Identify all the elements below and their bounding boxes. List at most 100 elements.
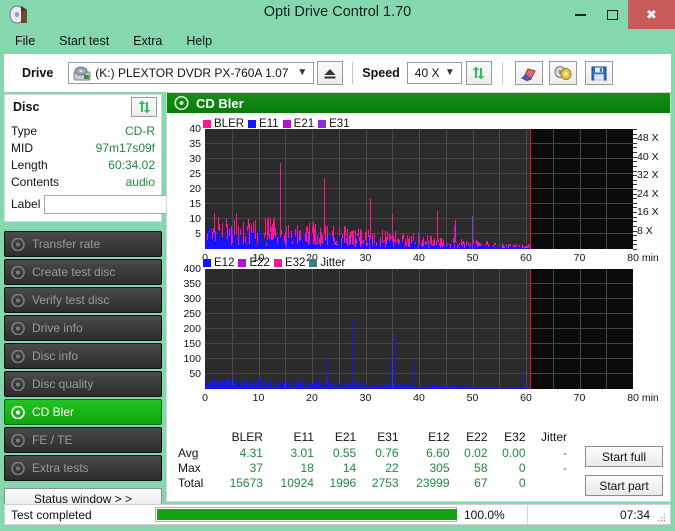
speed-axis-tick-mark xyxy=(633,189,637,190)
start-full-button[interactable]: Start full xyxy=(585,446,663,467)
disc-icon xyxy=(11,321,25,335)
sidebar-item-fe-te[interactable]: FE / TE xyxy=(4,427,162,453)
disc-icon xyxy=(11,405,25,419)
disc-row-mid: MID 97m17s09f xyxy=(11,139,155,156)
statistics-table: BLER E11 E21 E31 E12 E22 E32 Jitter Avg … xyxy=(175,429,615,490)
x-axis-tick-label: 20 xyxy=(306,392,318,404)
erase-button[interactable] xyxy=(514,61,543,85)
x-axis-tick-label: 80 min xyxy=(627,392,659,404)
table-row: Total 15673 10924 1996 2753 23999 67 0 xyxy=(175,475,570,490)
bler-plot-area[interactable] xyxy=(205,129,633,249)
y-axis-tick-label: 30 xyxy=(189,153,201,165)
gridline-vertical xyxy=(231,269,233,389)
speed-axis-tick-mark xyxy=(633,212,637,214)
start-part-button[interactable]: Start part xyxy=(585,475,663,496)
e12-plot-area[interactable] xyxy=(205,269,633,389)
close-button[interactable]: ✖ xyxy=(628,0,675,29)
stats-cell: - xyxy=(563,460,567,475)
disc-refresh-button[interactable] xyxy=(131,96,157,117)
disc-stack-button[interactable] xyxy=(548,61,577,85)
elapsed-time: 07:34 xyxy=(619,507,650,522)
legend-label: E12 xyxy=(214,257,235,269)
speed-select[interactable]: 40 X ▼ xyxy=(406,62,462,84)
gridline-horizontal xyxy=(205,343,633,344)
maximize-icon xyxy=(606,9,618,20)
speed-axis-tick-label: 32 X xyxy=(637,169,659,182)
title-bar: Opti Drive Control 1.70 ✖ xyxy=(0,0,675,29)
speed-label: Speed xyxy=(362,66,400,80)
chart-bar xyxy=(264,378,265,389)
sidebar-item-disc-info[interactable]: Disc info xyxy=(4,343,162,369)
sidebar-item-transfer-rate[interactable]: Transfer rate xyxy=(4,231,162,257)
gridline-vertical xyxy=(338,269,340,389)
speed-axis-tick-mark xyxy=(633,129,637,130)
sidebar-item-label: FE / TE xyxy=(32,433,73,447)
sidebar-item-create-test-disc[interactable]: Create test disc xyxy=(4,259,162,285)
gridline-horizontal xyxy=(205,313,633,314)
y-axis-tick-label: 400 xyxy=(183,263,201,275)
disc-icon xyxy=(11,349,25,363)
chart-bar xyxy=(353,318,354,389)
speed-axis-tick-mark xyxy=(633,179,637,181)
gridline-horizontal xyxy=(205,158,633,159)
menu-item-start-test[interactable]: Start test xyxy=(56,32,112,50)
data-end-marker xyxy=(529,269,532,389)
close-icon: ✖ xyxy=(646,7,657,22)
progress-bar xyxy=(155,507,457,522)
x-axis-tick-label: 30 xyxy=(359,392,372,404)
stats-cell: 1996 xyxy=(329,475,357,490)
disc-label-row: Label xyxy=(11,193,250,215)
speed-axis-tick-mark xyxy=(633,133,637,135)
menu-item-help[interactable]: Help xyxy=(183,32,215,50)
gridline-horizontal xyxy=(205,283,633,284)
stats-cell: 23999 xyxy=(416,475,450,490)
gridline-vertical xyxy=(472,269,474,389)
eject-button[interactable] xyxy=(317,61,344,85)
speed-axis-tick-mark xyxy=(633,198,637,200)
speed-axis-tick-mark xyxy=(633,207,637,209)
legend-label: E22 xyxy=(249,257,270,269)
gridline-horizontal xyxy=(205,143,633,144)
sidebar-item-label: Disc quality xyxy=(32,377,94,391)
resize-grip-icon[interactable] xyxy=(656,511,666,522)
window-controls: ✖ xyxy=(564,0,675,29)
sidebar-item-label: Extra tests xyxy=(32,461,89,475)
gridline-vertical xyxy=(579,129,581,249)
maximize-button[interactable] xyxy=(596,0,628,29)
stats-row-label: Total xyxy=(178,475,204,490)
y-axis-tick-label: 35 xyxy=(189,138,201,150)
left-sidebar: Disc Type CD-R MID 97m17s09f Length 60:3… xyxy=(4,94,250,510)
sidebar-item-extra-tests[interactable]: Extra tests xyxy=(4,455,162,481)
speed-axis-tick-label: 48 X xyxy=(637,132,659,145)
panel-header: CD Bler xyxy=(167,93,670,113)
legend-bottom-chart: E12 E22 E32 Jitter xyxy=(203,257,345,269)
sidebar-item-verify-test-disc[interactable]: Verify test disc xyxy=(4,287,162,313)
save-button[interactable] xyxy=(584,61,613,85)
menu-item-extra[interactable]: Extra xyxy=(130,32,165,50)
stats-cell: 58 xyxy=(474,460,488,475)
sidebar-item-label: CD Bler xyxy=(32,405,75,419)
sidebar-item-disc-quality[interactable]: Disc quality xyxy=(4,371,162,397)
y-axis-tick-label: 300 xyxy=(183,293,201,305)
drive-select[interactable]: (K:) PLEXTOR DVDR PX-760A 1.07 ▼ xyxy=(68,62,315,84)
menu-item-file[interactable]: File xyxy=(12,32,38,50)
sidebar-item-cd-bler[interactable]: CD Bler xyxy=(4,399,162,425)
table-row: Max 37 18 14 22 305 58 0 - xyxy=(175,460,570,475)
unrecorded-region xyxy=(529,129,633,249)
stats-cell: 0.02 xyxy=(464,445,488,460)
gridline-vertical xyxy=(285,269,287,389)
gridline-vertical xyxy=(258,269,260,389)
disc-panel-body: Type CD-R MID 97m17s09f Length 60:34.02 … xyxy=(4,118,250,222)
disc-panel-title: Disc xyxy=(13,99,40,114)
x-axis-tick-label: 60 xyxy=(520,392,532,404)
refresh-speed-button[interactable] xyxy=(465,61,492,85)
speed-axis-tick-mark xyxy=(633,147,637,149)
gridline-vertical xyxy=(579,269,581,389)
speed-axis-tick-mark xyxy=(633,165,637,167)
speed-axis-tick-mark xyxy=(633,193,637,195)
stats-row-label: Max xyxy=(178,460,201,475)
eject-icon xyxy=(324,68,336,78)
stats-cell: 0 xyxy=(518,460,526,475)
minimize-button[interactable] xyxy=(564,0,596,29)
sidebar-item-drive-info[interactable]: Drive info xyxy=(4,315,162,341)
